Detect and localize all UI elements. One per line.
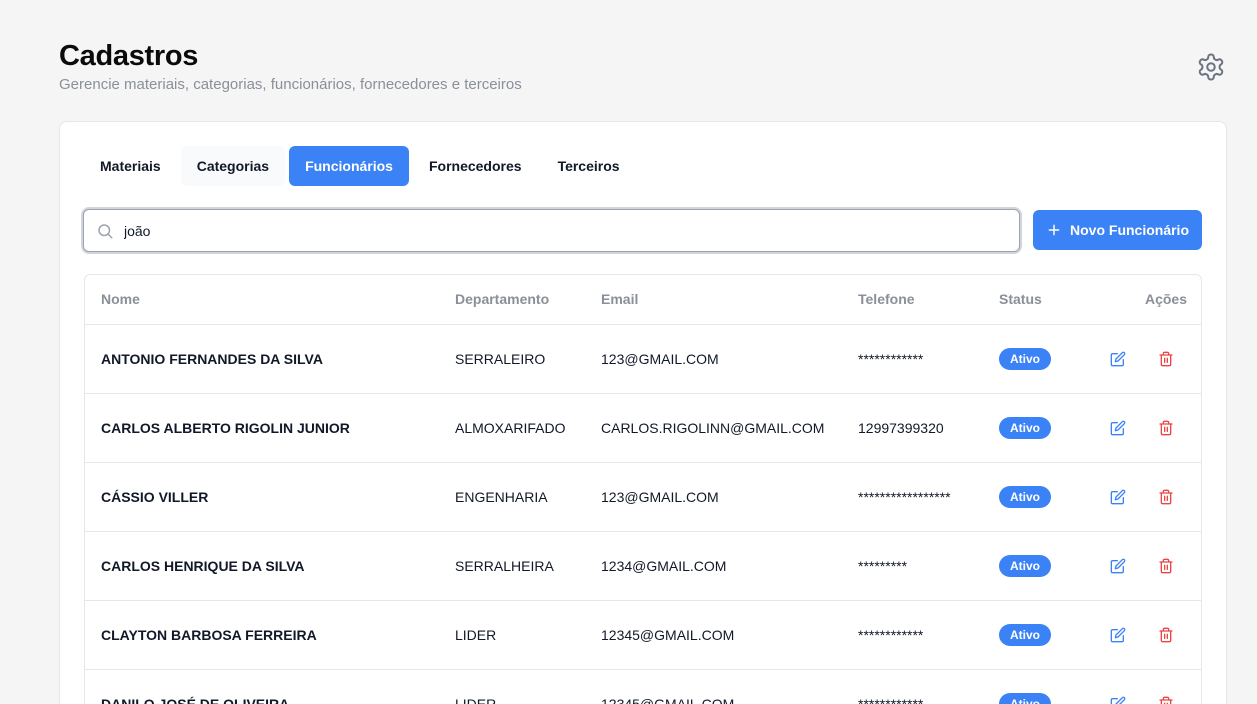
column-header-email[interactable]: Email [585,275,842,325]
employee-phone: 12997399320 [842,393,983,463]
employee-department: LIDER [439,600,585,670]
employee-phone: ************ [842,600,983,670]
edit-button[interactable] [1109,350,1127,368]
edit-button[interactable] [1109,419,1127,437]
edit-icon [1110,420,1126,435]
column-header-status[interactable]: Status [983,275,1073,325]
page-subtitle: Gerencie materiais, categorias, funcioná… [59,76,522,93]
tab-materiais[interactable]: Materiais [84,146,177,186]
table-row[interactable]: DANILO JOSÉ DE OLIVEIRA LIDER 12345@GMAI… [85,669,1201,704]
delete-button[interactable] [1157,557,1175,575]
new-employee-label: Novo Funcionário [1070,222,1189,238]
trash-icon [1159,351,1173,366]
employee-email: 1234@GMAIL.COM [585,531,842,601]
delete-button[interactable] [1157,626,1175,644]
tab-funcionarios[interactable]: Funcionários [289,146,409,186]
table-row[interactable]: ANTONIO FERNANDES DA SILVA SERRALEIRO 12… [85,324,1201,394]
tab-terceiros[interactable]: Terceiros [542,146,636,186]
edit-button[interactable] [1109,557,1127,575]
employee-email: CARLOS.RIGOLINN@GMAIL.COM [585,393,842,463]
employee-name: CÁSSIO VILLER [85,462,439,532]
employee-email: 12345@GMAIL.COM [585,669,842,704]
table-header-row: Nome Departamento Email Telefone Status … [85,275,1201,325]
employee-phone: ************ [842,669,983,704]
edit-icon [1110,489,1126,504]
registry-card: Materiais Categorias Funcionários Fornec… [59,121,1227,704]
status-cell: Ativo [983,462,1073,532]
status-badge: Ativo [999,347,1051,370]
table-row[interactable]: CARLOS HENRIQUE DA SILVA SERRALHEIRA 123… [85,531,1201,601]
page-title: Cadastros [59,40,199,72]
status-badge: Ativo [999,485,1051,508]
actions-cell [1073,669,1201,704]
edit-button[interactable] [1109,626,1127,644]
settings-button[interactable] [1193,49,1229,85]
edit-button[interactable] [1109,488,1127,506]
tab-categorias[interactable]: Categorias [180,146,286,186]
actions-cell [1073,531,1201,601]
employee-email: 123@GMAIL.COM [585,462,842,532]
table-row[interactable]: CLAYTON BARBOSA FERREIRA LIDER 12345@GMA… [85,600,1201,670]
page: Cadastros Gerencie materiais, categorias… [0,0,1257,704]
column-header-department[interactable]: Departamento [439,275,585,325]
employee-department: SERRALHEIRA [439,531,585,601]
actions-cell [1073,324,1201,394]
column-header-actions: Ações [1073,275,1201,325]
trash-icon [1159,696,1173,704]
delete-button[interactable] [1157,350,1175,368]
status-badge: Ativo [999,416,1051,439]
delete-button[interactable] [1157,488,1175,506]
status-cell: Ativo [983,393,1073,463]
new-employee-button[interactable]: Novo Funcionário [1033,210,1202,250]
gear-icon [1198,53,1224,81]
status-cell: Ativo [983,669,1073,704]
employee-name: CARLOS HENRIQUE DA SILVA [85,531,439,601]
actions-cell [1073,393,1201,463]
trash-icon [1159,489,1173,504]
status-cell: Ativo [983,600,1073,670]
edit-icon [1110,696,1126,704]
trash-icon [1159,558,1173,573]
status-cell: Ativo [983,324,1073,394]
employee-department: ALMOXARIFADO [439,393,585,463]
edit-icon [1110,351,1126,366]
employee-name: CARLOS ALBERTO RIGOLIN JUNIOR [85,393,439,463]
employees-table: Nome Departamento Email Telefone Status … [84,274,1202,704]
employee-department: SERRALEIRO [439,324,585,394]
edit-icon [1110,627,1126,642]
edit-button[interactable] [1109,695,1127,704]
employee-department: LIDER [439,669,585,704]
status-badge: Ativo [999,554,1051,577]
table-row[interactable]: CARLOS ALBERTO RIGOLIN JUNIOR ALMOXARIFA… [85,393,1201,463]
plus-icon [1048,224,1060,236]
delete-button[interactable] [1157,695,1175,704]
employee-email: 123@GMAIL.COM [585,324,842,394]
search-input[interactable] [124,210,1009,251]
delete-button[interactable] [1157,419,1175,437]
status-badge: Ativo [999,692,1051,704]
table-row[interactable]: CÁSSIO VILLER ENGENHARIA 123@GMAIL.COM *… [85,462,1201,532]
status-cell: Ativo [983,531,1073,601]
tab-bar: Materiais Categorias Funcionários Fornec… [84,146,636,186]
employee-name: DANILO JOSÉ DE OLIVEIRA [85,669,439,704]
tab-fornecedores[interactable]: Fornecedores [413,146,538,186]
column-header-name[interactable]: Nome [85,275,439,325]
employee-name: CLAYTON BARBOSA FERREIRA [85,600,439,670]
employee-phone: ************ [842,324,983,394]
status-badge: Ativo [999,623,1051,646]
actions-cell [1073,462,1201,532]
page-header: Cadastros Gerencie materiais, categorias… [59,38,522,95]
trash-icon [1159,627,1173,642]
search-icon [98,224,113,239]
employee-phone: ***************** [842,462,983,532]
column-header-phone[interactable]: Telefone [842,275,983,325]
actions-cell [1073,600,1201,670]
search-box[interactable] [83,209,1020,252]
trash-icon [1159,420,1173,435]
employee-name: ANTONIO FERNANDES DA SILVA [85,324,439,394]
employee-phone: ********* [842,531,983,601]
employee-department: ENGENHARIA [439,462,585,532]
employee-email: 12345@GMAIL.COM [585,600,842,670]
edit-icon [1110,558,1126,573]
